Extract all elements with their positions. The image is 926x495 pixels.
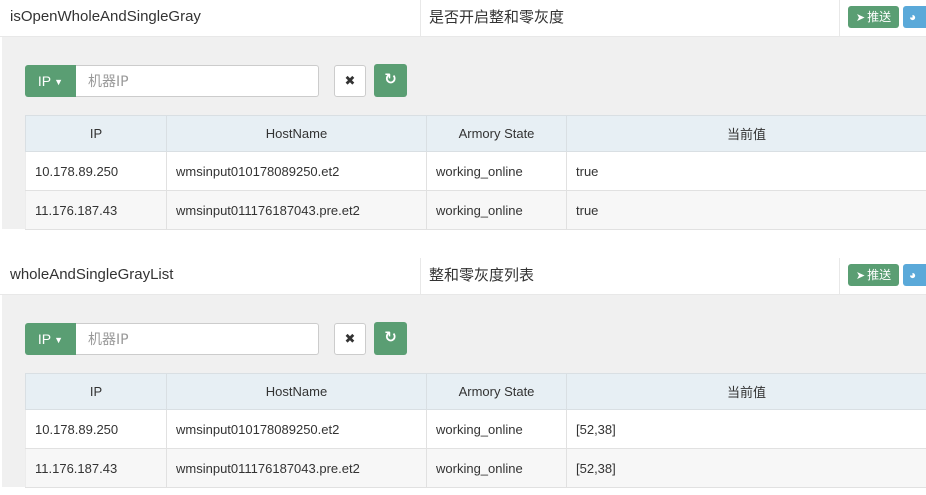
push-button[interactable]: ➤ 推送: [848, 264, 899, 286]
paper-plane-icon: ➤: [855, 11, 866, 24]
ip-dropdown-button[interactable]: IP ▼: [25, 323, 76, 355]
table-row: 10.178.89.250 wmsinput010178089250.et2 w…: [25, 409, 926, 449]
cell-ip: 10.178.89.250: [25, 409, 167, 449]
ip-search-input[interactable]: 机器IP: [76, 65, 319, 97]
push-button-label: 推送: [867, 10, 892, 24]
config-description: 整和零灰度列表: [420, 258, 840, 294]
clear-button[interactable]: ✖: [334, 323, 366, 355]
config-key: isOpenWholeAndSingleGray: [10, 8, 201, 25]
cell-armory-state: working_online: [426, 190, 567, 230]
pie-chart-icon: ◕: [909, 10, 917, 24]
cell-hostname: wmsinput011176187043.pre.et2: [166, 448, 427, 488]
ip-dropdown-button[interactable]: IP ▼: [25, 65, 76, 97]
table-row: 11.176.187.43 wmsinput011176187043.pre.e…: [25, 448, 926, 488]
table-row: 11.176.187.43 wmsinput011176187043.pre.e…: [25, 190, 926, 230]
cell-ip: 10.178.89.250: [25, 151, 167, 191]
pie-chart-icon: ◕: [909, 268, 917, 282]
cell-armory-state: working_online: [426, 151, 567, 191]
column-header-current-value: 当前值: [566, 373, 926, 410]
times-icon: ✖: [344, 73, 356, 88]
caret-down-icon: ▼: [54, 335, 64, 345]
machine-table: IP HostName Armory State 当前值 10.178.89.2…: [25, 115, 926, 230]
cell-hostname: wmsinput010178089250.et2: [166, 151, 427, 191]
config-description: 是否开启整和零灰度: [420, 0, 840, 36]
cell-armory-state: working_online: [426, 409, 567, 449]
config-header-row: wholeAndSingleGrayList 整和零灰度列表 ➤ 推送 ◕: [0, 258, 926, 295]
machine-panel: IP ▼ 机器IP ✖ ↻ IP HostName Armory State 当前…: [2, 295, 926, 488]
column-header-ip: IP: [25, 373, 167, 410]
column-header-hostname: HostName: [166, 115, 427, 152]
paper-plane-icon: ➤: [855, 269, 866, 282]
cell-current-value: true: [566, 151, 926, 191]
refresh-button[interactable]: ↻: [374, 64, 407, 97]
push-button[interactable]: ➤ 推送: [848, 6, 899, 28]
ip-input-placeholder: 机器IP: [88, 74, 129, 90]
chart-button[interactable]: ◕: [903, 6, 926, 28]
machine-panel: IP ▼ 机器IP ✖ ↻ IP HostName Armory State 当前…: [2, 37, 926, 230]
cell-ip: 11.176.187.43: [25, 190, 167, 230]
ip-dropdown-label: IP: [37, 331, 52, 347]
cell-current-value: [52,38]: [566, 448, 926, 488]
cell-hostname: wmsinput010178089250.et2: [166, 409, 427, 449]
column-header-hostname: HostName: [166, 373, 427, 410]
cell-ip: 11.176.187.43: [25, 448, 167, 488]
chart-button[interactable]: ◕: [903, 264, 926, 286]
table-row: 10.178.89.250 wmsinput010178089250.et2 w…: [25, 151, 926, 191]
config-header-row: isOpenWholeAndSingleGray 是否开启整和零灰度 ➤ 推送 ◕: [0, 0, 926, 37]
column-header-current-value: 当前值: [566, 115, 926, 152]
cell-armory-state: working_online: [426, 448, 567, 488]
column-header-armory-state: Armory State: [426, 373, 567, 410]
machine-table: IP HostName Armory State 当前值 10.178.89.2…: [25, 373, 926, 488]
ip-search-input[interactable]: 机器IP: [76, 323, 319, 355]
cell-current-value: true: [566, 190, 926, 230]
refresh-icon: ↻: [384, 71, 397, 88]
times-icon: ✖: [344, 331, 356, 346]
refresh-button[interactable]: ↻: [374, 322, 407, 355]
push-button-label: 推送: [867, 268, 892, 282]
cell-hostname: wmsinput011176187043.pre.et2: [166, 190, 427, 230]
ip-input-placeholder: 机器IP: [88, 332, 129, 348]
column-header-armory-state: Armory State: [426, 115, 567, 152]
table-header-row: IP HostName Armory State 当前值: [25, 373, 926, 410]
column-header-ip: IP: [25, 115, 167, 152]
ip-dropdown-label: IP: [37, 73, 52, 89]
table-header-row: IP HostName Armory State 当前值: [25, 115, 926, 152]
config-key: wholeAndSingleGrayList: [10, 266, 174, 283]
refresh-icon: ↻: [384, 329, 397, 346]
caret-down-icon: ▼: [54, 77, 64, 87]
clear-button[interactable]: ✖: [334, 65, 366, 97]
cell-current-value: [52,38]: [566, 409, 926, 449]
